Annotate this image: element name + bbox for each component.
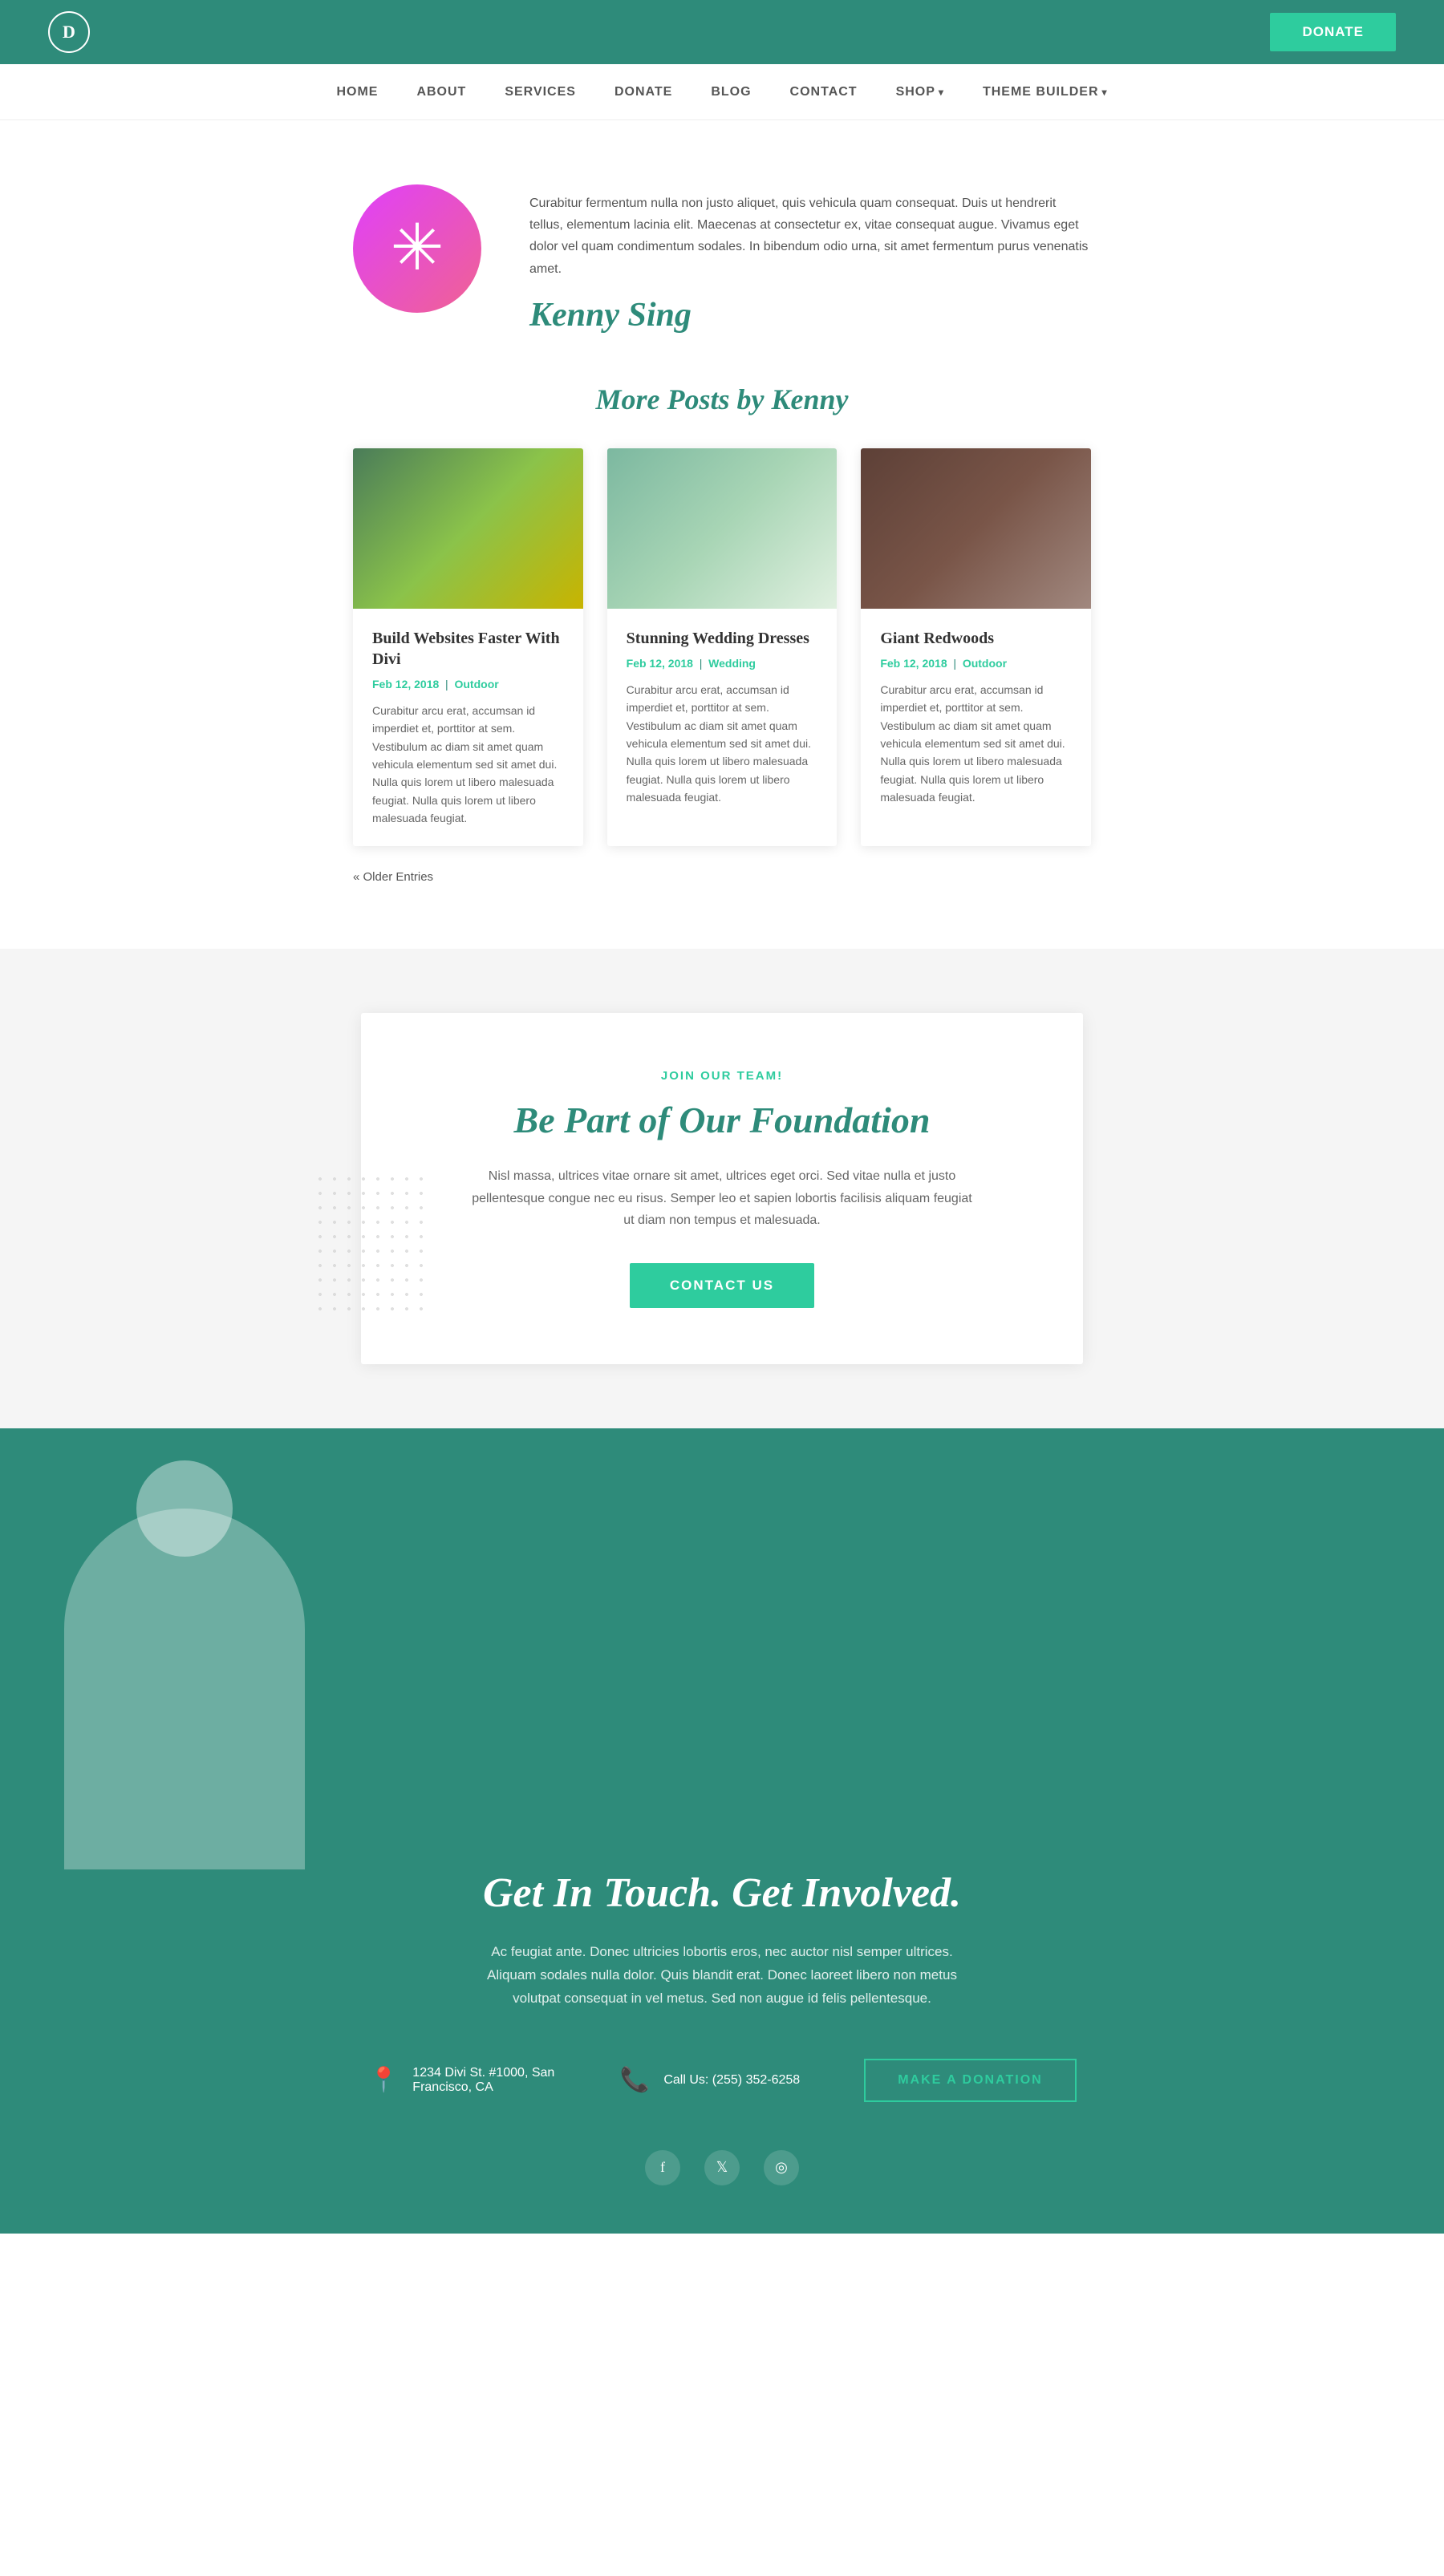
post-text-1: Curabitur arcu erat, accumsan id imperdi… [372,702,564,828]
join-section-wrapper: JOIN OUR TEAM! Be Part of Our Foundation… [0,949,1444,1428]
facebook-icon[interactable]: f [645,2150,680,2185]
footer-social: f 𝕏 ◎ [64,2150,1380,2185]
make-donation-button[interactable]: MAKE A DONATION [864,2059,1077,2102]
author-name: Kenny Sing [529,296,1091,334]
join-text: Nisl massa, ultrices vitae ornare sit am… [465,1165,979,1231]
post-card-2: Stunning Wedding Dresses Feb 12, 2018 | … [607,448,838,847]
post-meta-2: Feb 12, 2018 | Wedding [627,657,818,670]
post-image-2 [607,448,838,609]
post-meta-1: Feb 12, 2018 | Outdoor [372,678,564,691]
footer-phone: 📞 Call Us: (255) 352-6258 [619,2064,800,2096]
join-section: JOIN OUR TEAM! Be Part of Our Foundation… [361,1013,1083,1364]
footer-address: 📍 1234 Divi St. #1000, San Francisco, CA [367,2064,554,2096]
join-title: Be Part of Our Foundation [425,1099,1019,1141]
nav-shop[interactable]: SHOP ▾ [896,85,944,99]
footer: Get In Touch. Get Involved. Ac feugiat a… [0,1428,1444,2234]
post-title-1[interactable]: Build Websites Faster With Divi [372,628,564,670]
top-donate-button[interactable]: DONATE [1270,13,1396,51]
footer-watermark [64,1509,305,1869]
join-label: JOIN OUR TEAM! [425,1069,1019,1083]
older-entries-link[interactable]: « Older Entries [353,870,433,884]
nav-contact[interactable]: CONTACT [790,85,858,99]
post-text-2: Curabitur arcu erat, accumsan id imperdi… [627,681,818,807]
post-image-1 [353,448,583,609]
watermark-head [136,1460,233,1557]
footer-desc: Ac feugiat ante. Donec ultricies loborti… [481,1941,963,2011]
more-posts-section: More Posts by Kenny Build Websites Faste… [321,383,1123,885]
nav-donate[interactable]: DONATE [615,85,672,99]
twitter-icon[interactable]: 𝕏 [704,2150,740,2185]
logo[interactable]: D [48,11,90,53]
avatar: ✳ [353,184,481,313]
nav-home[interactable]: HOME [336,85,378,99]
location-icon: 📍 [367,2064,400,2096]
main-nav: HOME ABOUT SERVICES DONATE BLOG CONTACT … [0,64,1444,120]
posts-grid: Build Websites Faster With Divi Feb 12, … [353,448,1091,847]
nav-theme-builder[interactable]: THEME BUILDER ▾ [983,85,1108,99]
address-text: 1234 Divi St. #1000, San Francisco, CA [412,2066,554,2095]
older-entries: « Older Entries [353,870,1091,885]
decorative-dots [313,1172,425,1316]
avatar-icon: ✳ [390,217,444,281]
post-card-1: Build Websites Faster With Divi Feb 12, … [353,448,583,847]
nav-blog[interactable]: BLOG [711,85,751,99]
post-title-2[interactable]: Stunning Wedding Dresses [627,628,818,649]
post-text-3: Curabitur arcu erat, accumsan id imperdi… [880,681,1072,807]
shop-chevron-icon: ▾ [939,87,944,98]
post-meta-3: Feb 12, 2018 | Outdoor [880,657,1072,670]
nav-services[interactable]: SERVICES [505,85,576,99]
author-info: Curabitur fermentum nulla non justo aliq… [529,184,1091,334]
post-image-3 [861,448,1091,609]
contact-us-button[interactable]: CONTACT US [630,1263,814,1308]
theme-builder-chevron-icon: ▾ [1102,87,1108,98]
more-posts-title: More Posts by Kenny [353,383,1091,416]
instagram-icon[interactable]: ◎ [764,2150,799,2185]
post-card-3: Giant Redwoods Feb 12, 2018 | Outdoor Cu… [861,448,1091,847]
top-nav: D DONATE [0,0,1444,64]
author-section: ✳ Curabitur fermentum nulla non justo al… [321,184,1123,334]
phone-icon: 📞 [619,2064,651,2096]
author-bio: Curabitur fermentum nulla non justo aliq… [529,192,1091,280]
footer-info-row: 📍 1234 Divi St. #1000, San Francisco, CA… [64,2059,1380,2102]
phone-text: Call Us: (255) 352-6258 [663,2073,800,2088]
nav-about[interactable]: ABOUT [416,85,466,99]
footer-title: Get In Touch. Get Involved. [64,1869,1380,1917]
post-title-3[interactable]: Giant Redwoods [880,628,1072,649]
